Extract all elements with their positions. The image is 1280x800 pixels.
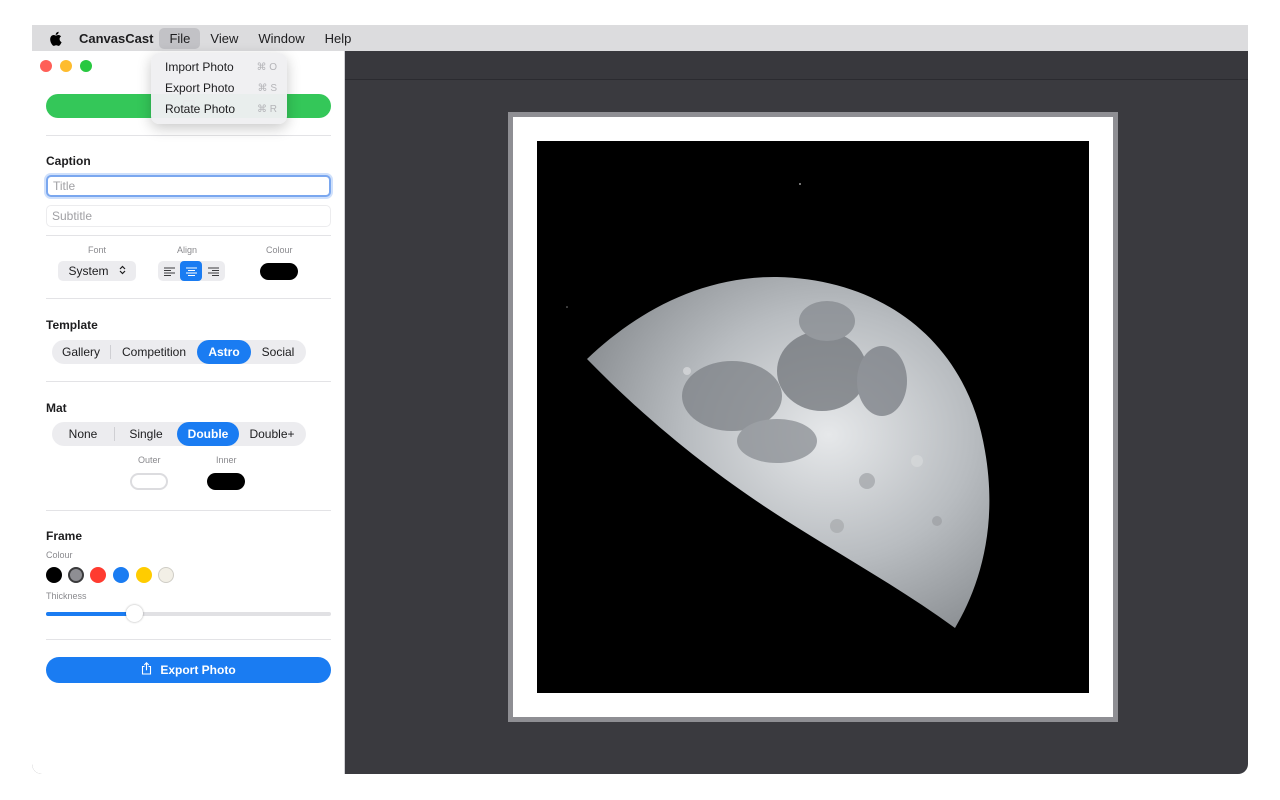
export-photo-label: Export Photo [160, 663, 236, 677]
frame-swatch-red[interactable] [90, 567, 106, 583]
mat-none[interactable]: None [52, 422, 114, 446]
menu-bar: CanvasCast File View Window Help [32, 25, 1248, 51]
align-label: Align [177, 245, 198, 255]
app-name-menu[interactable]: CanvasCast [79, 31, 153, 46]
moon-image [566, 183, 990, 628]
close-window-button[interactable] [40, 60, 52, 72]
template-astro[interactable]: Astro [197, 340, 251, 364]
menu-item-shortcut: ⌘ S [257, 82, 277, 94]
mat-segmented-control: None Single Double Double+ [52, 422, 306, 446]
canvas-toolbar [344, 51, 1248, 80]
menu-help[interactable]: Help [315, 28, 362, 49]
menu-item-shortcut: ⌘ O [256, 61, 277, 73]
template-gallery[interactable]: Gallery [52, 340, 110, 364]
align-center-icon [185, 267, 197, 276]
caption-subtitle-input[interactable] [46, 205, 331, 227]
canvas-area [344, 79, 1248, 774]
align-left-icon [163, 267, 175, 276]
menu-item-import-photo[interactable]: Import Photo ⌘ O [165, 58, 277, 76]
align-control [158, 261, 225, 281]
frame-swatch-cream[interactable] [158, 567, 174, 583]
caption-colour-well[interactable] [260, 263, 298, 280]
font-select[interactable]: System [58, 261, 136, 281]
align-left-button[interactable] [158, 261, 180, 281]
divider [46, 235, 331, 236]
divider [46, 510, 331, 511]
share-icon [141, 662, 152, 678]
thickness-slider[interactable] [46, 605, 331, 622]
mat-double-plus[interactable]: Double+ [239, 422, 305, 446]
caption-section-title: Caption [46, 154, 91, 168]
frame-colour-label: Colour [46, 550, 73, 560]
mat-section-title: Mat [46, 401, 67, 415]
divider [46, 135, 331, 136]
frame-section-title: Frame [46, 529, 83, 543]
menu-item-label: Rotate Photo [165, 102, 236, 116]
mat-inner-label: Inner [216, 455, 237, 465]
frame-swatch-yellow[interactable] [136, 567, 152, 583]
menu-file[interactable]: File [159, 27, 201, 49]
align-center-button[interactable] [180, 261, 202, 281]
template-segmented-control: Gallery Competition Astro Social [52, 340, 306, 364]
minimize-window-button[interactable] [60, 60, 72, 72]
mat-outer-label: Outer [138, 455, 161, 465]
font-label: Font [88, 245, 107, 255]
menu-item-label: Export Photo [165, 81, 235, 95]
menu-window[interactable]: Window [248, 28, 314, 49]
font-select-value: System [68, 264, 109, 278]
sidebar: Caption Font Align Colour System [32, 51, 345, 774]
outer-mat [513, 117, 1113, 717]
main-window: Caption Font Align Colour System [32, 51, 1248, 774]
template-section-title: Template [46, 318, 98, 332]
thickness-label: Thickness [46, 591, 87, 601]
export-photo-button[interactable]: Export Photo [46, 657, 331, 683]
frame-swatch-gray[interactable] [68, 567, 84, 583]
menu-item-rotate-photo[interactable]: Rotate Photo ⌘ R [165, 100, 277, 118]
align-right-icon [207, 267, 219, 276]
template-competition[interactable]: Competition [111, 340, 197, 364]
file-menu-dropdown: Import Photo ⌘ O Export Photo ⌘ S Rotate… [151, 53, 287, 124]
frame-swatch-black[interactable] [46, 567, 62, 583]
menu-item-shortcut: ⌘ R [257, 103, 277, 115]
photo-frame [508, 112, 1118, 722]
menu-view[interactable]: View [200, 28, 248, 49]
chevron-updown-icon [119, 264, 126, 278]
thickness-slider-knob[interactable] [126, 605, 144, 622]
colour-label: Colour [266, 245, 293, 255]
align-right-button[interactable] [202, 261, 224, 281]
zoom-window-button[interactable] [80, 60, 92, 72]
divider [46, 381, 331, 382]
moon-photo [537, 141, 1089, 693]
thickness-slider-fill [46, 612, 135, 616]
mat-double[interactable]: Double [177, 422, 239, 446]
divider [46, 298, 331, 299]
menu-item-export-photo[interactable]: Export Photo ⌘ S [165, 79, 277, 97]
menu-item-label: Import Photo [165, 60, 234, 74]
divider [46, 639, 331, 640]
mat-outer-colour-well[interactable] [130, 473, 168, 490]
caption-title-input[interactable] [46, 175, 331, 197]
frame-swatch-blue[interactable] [113, 567, 129, 583]
template-social[interactable]: Social [251, 340, 305, 364]
mat-inner-colour-well[interactable] [207, 473, 245, 490]
mat-single[interactable]: Single [115, 422, 177, 446]
apple-icon[interactable] [48, 30, 62, 46]
